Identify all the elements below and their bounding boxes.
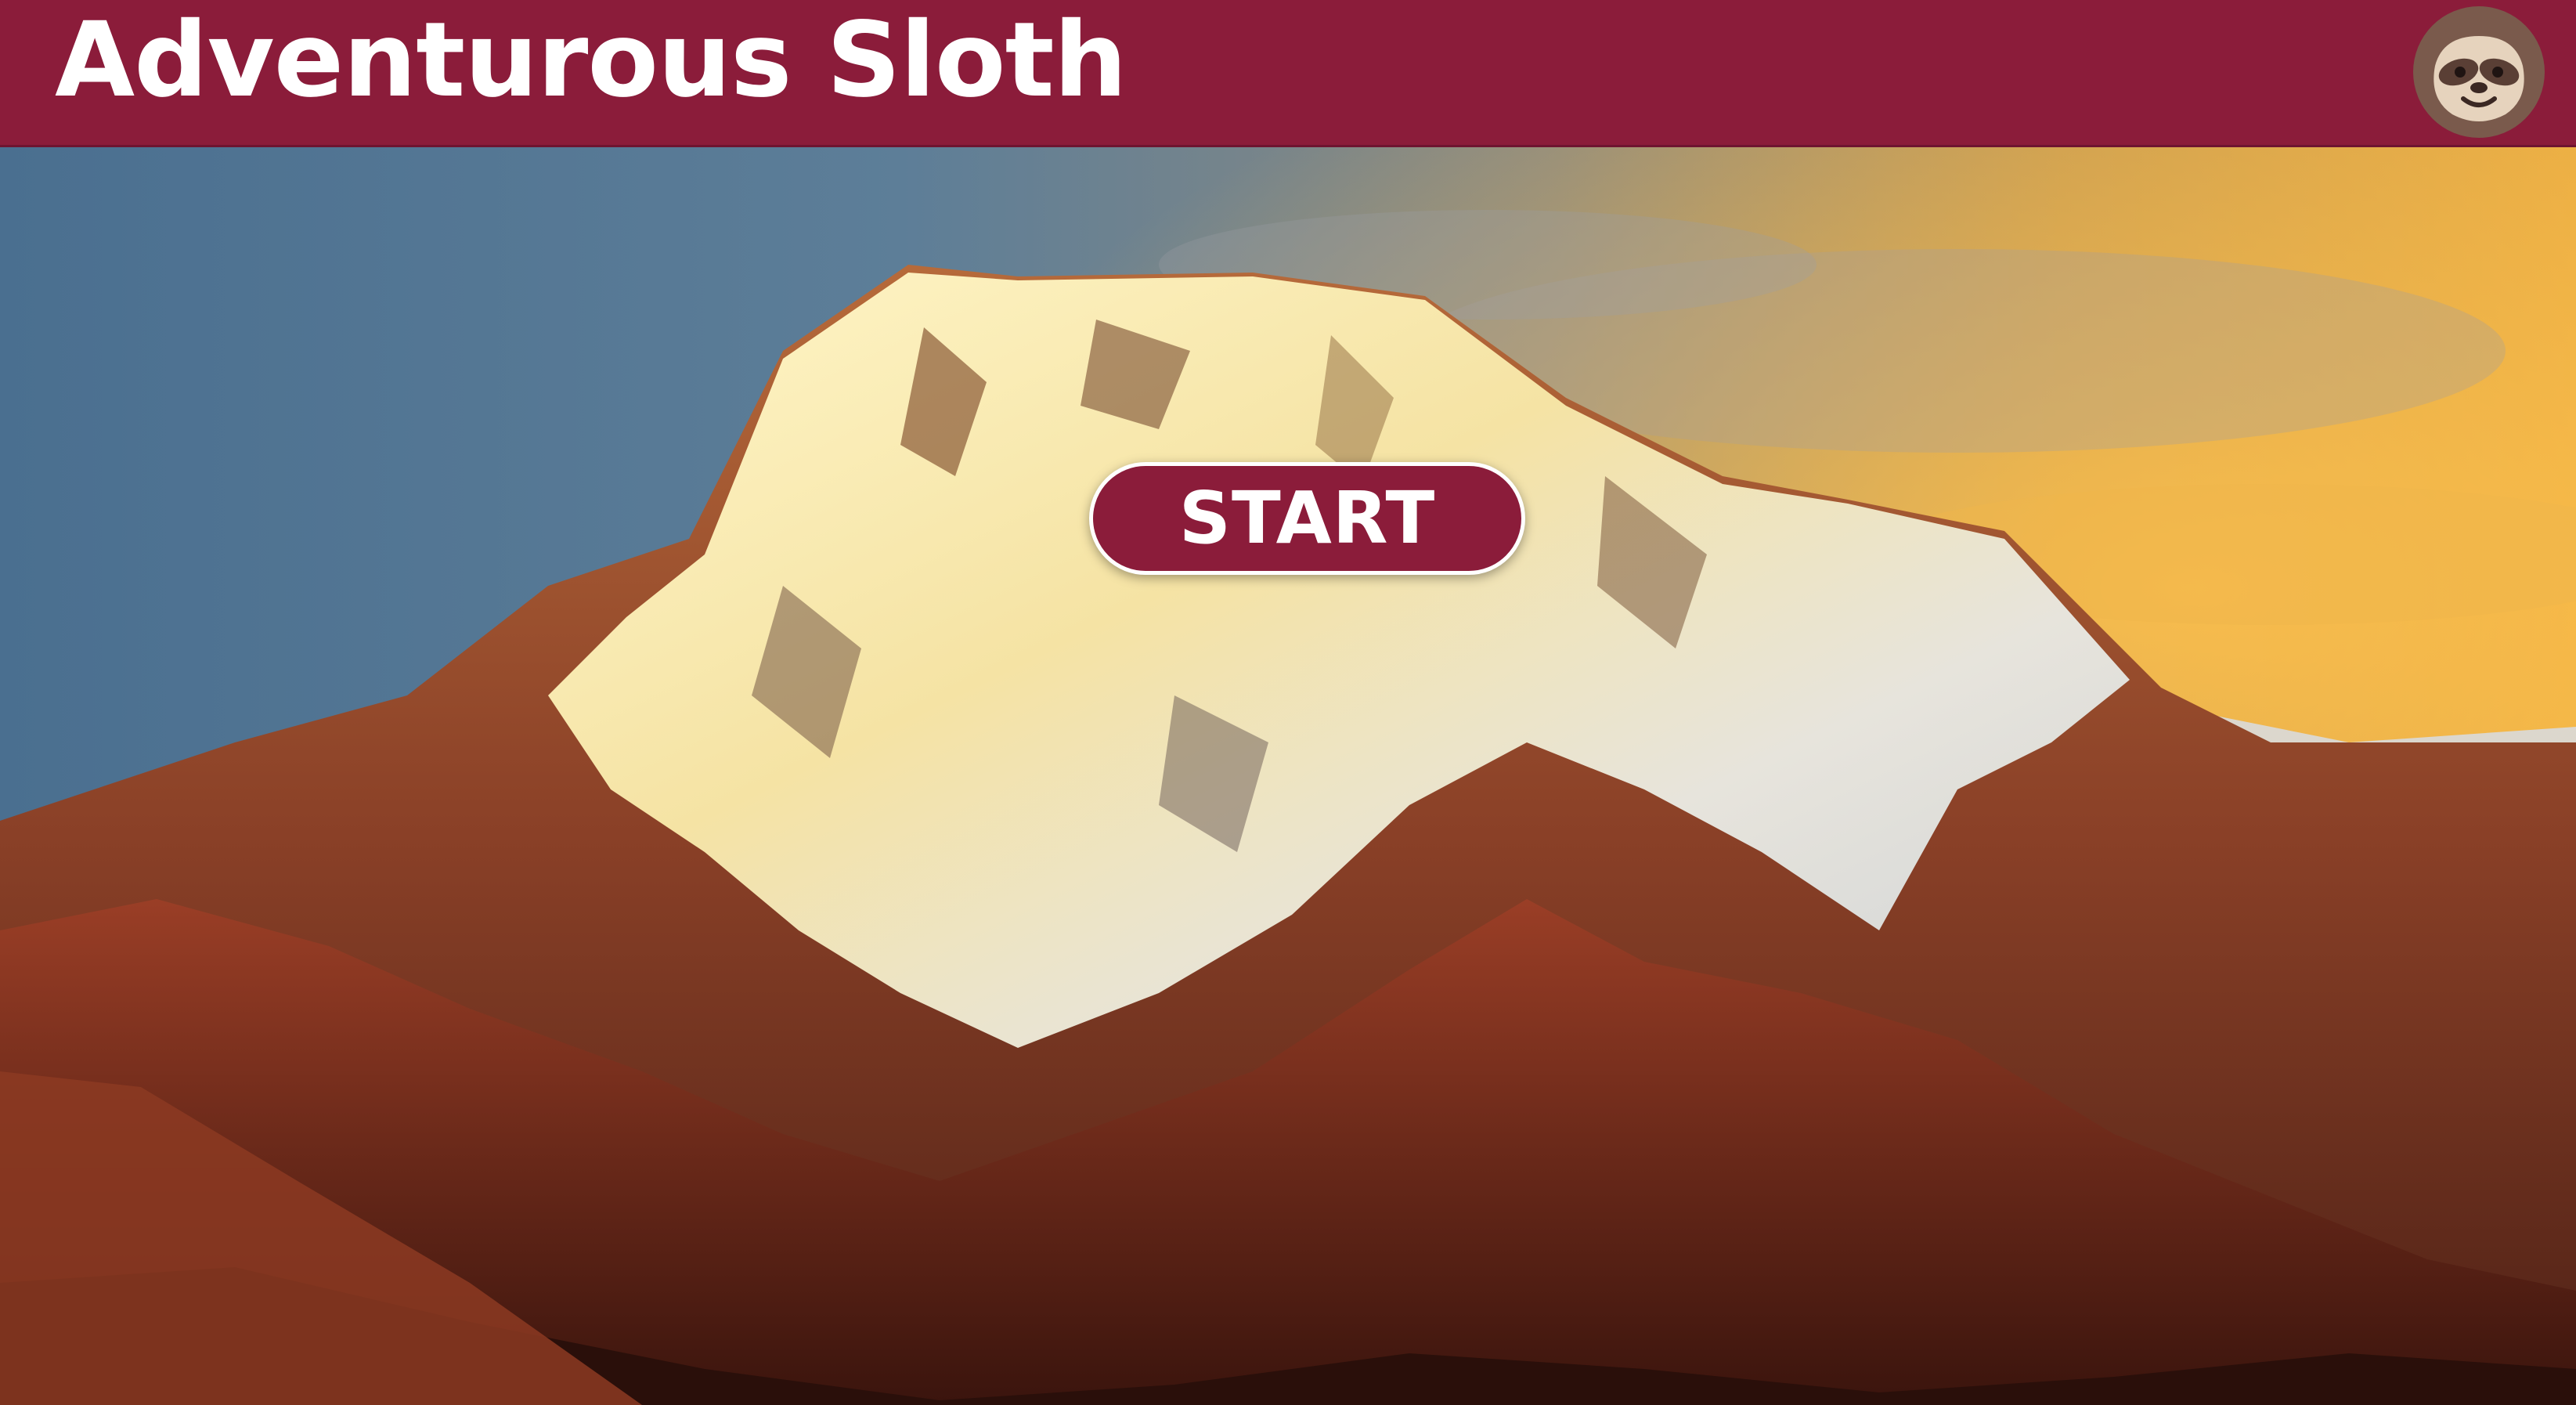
app-title: Adventurous Sloth	[55, 0, 1127, 121]
sloth-face-icon	[2413, 6, 2545, 138]
sloth-avatar-icon[interactable]	[2412, 5, 2546, 139]
title-bar: Adventurous Sloth	[0, 0, 2576, 147]
start-button[interactable]: START	[1089, 462, 1525, 575]
mountain-background-image	[0, 147, 2576, 1405]
game-start-screen: Adventurous Sloth START	[0, 0, 2576, 1405]
